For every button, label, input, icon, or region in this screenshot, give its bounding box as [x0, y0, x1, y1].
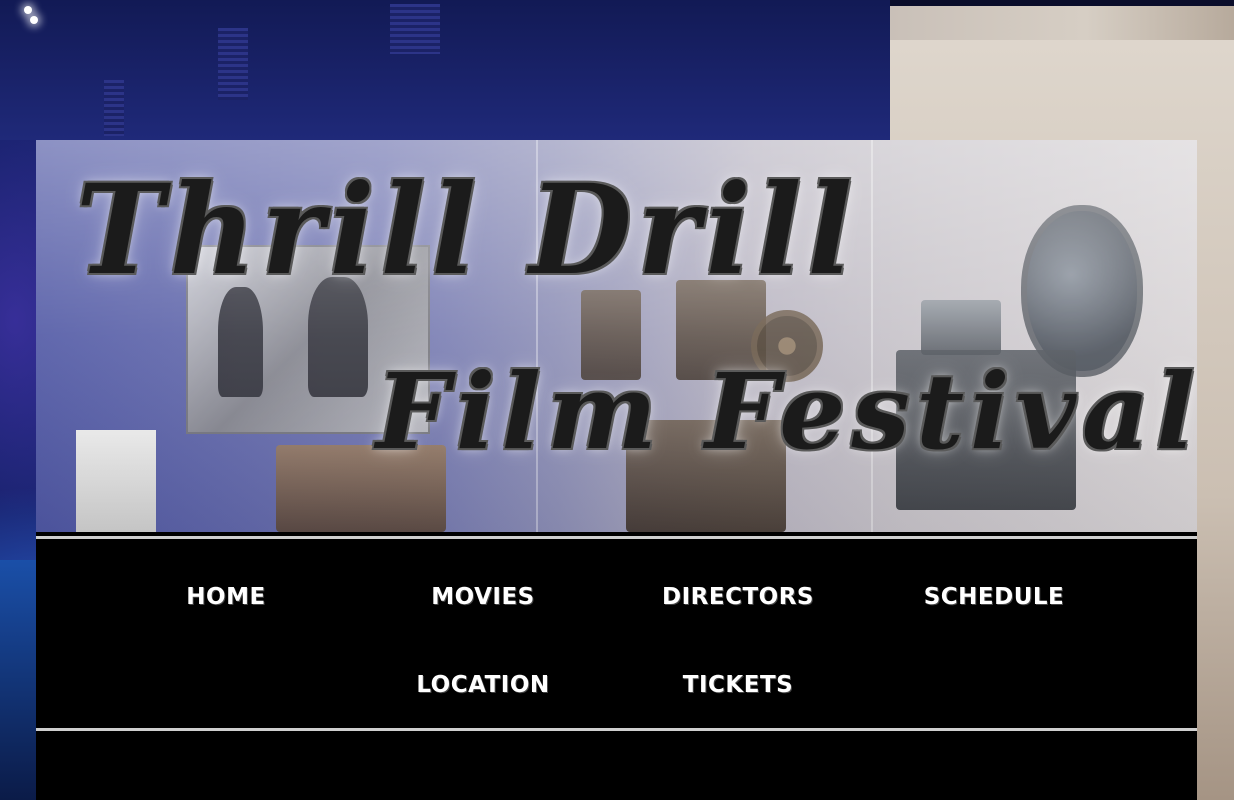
nav-link-location[interactable]: Location — [373, 672, 593, 698]
header-banner: Thrill Drill Film Festival — [36, 140, 1197, 532]
ceiling-light — [24, 6, 32, 14]
nav-divider-bottom — [36, 728, 1197, 731]
background-vent — [390, 4, 440, 54]
background-vent — [104, 80, 124, 136]
site-container: Thrill Drill Film Festival Home Movies D… — [36, 140, 1197, 800]
nav-divider-top — [36, 536, 1197, 539]
nav-link-schedule[interactable]: Schedule — [884, 584, 1104, 610]
nav-link-directors[interactable]: Directors — [628, 584, 848, 610]
site-title-line-2: Film Festival — [376, 350, 1197, 473]
background-wall — [0, 0, 890, 140]
site-title-line-1: Thrill Drill — [76, 156, 859, 303]
main-navigation: Home Movies Directors Schedule Location … — [36, 532, 1197, 800]
ceiling-light — [30, 16, 38, 24]
nav-link-tickets[interactable]: Tickets — [628, 672, 848, 698]
background-floor — [0, 560, 40, 800]
nav-link-home[interactable]: Home — [116, 584, 336, 610]
nav-link-movies[interactable]: Movies — [373, 584, 593, 610]
background-vent — [218, 28, 248, 100]
